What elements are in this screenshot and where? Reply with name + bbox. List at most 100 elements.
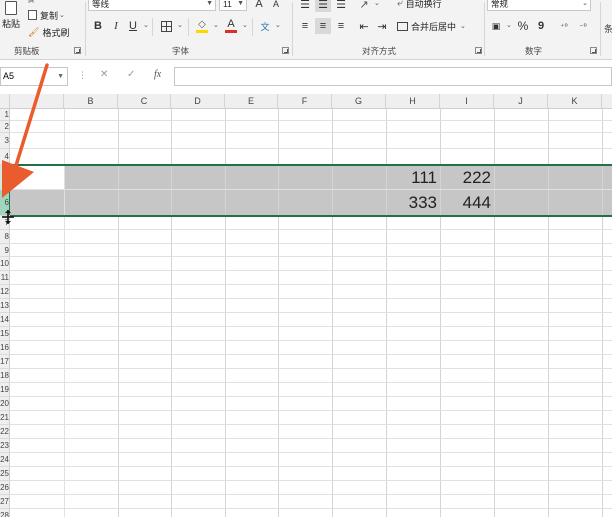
row-header-20[interactable]: 20: [0, 397, 10, 411]
decrease-decimal-icon: ⁻⁰: [579, 21, 587, 31]
decrease-decimal-button[interactable]: ⁻⁰: [575, 18, 591, 34]
row-header-9[interactable]: 9: [0, 244, 10, 257]
insert-function-icon[interactable]: fx: [154, 69, 161, 80]
cell-h5[interactable]: 333: [386, 190, 437, 215]
font-color-button[interactable]: A: [223, 18, 239, 34]
select-all-corner[interactable]: [0, 94, 10, 109]
cell-area[interactable]: 111 222 333 444: [10, 109, 612, 517]
border-button[interactable]: [158, 18, 174, 34]
align-left-button[interactable]: ≡: [297, 18, 313, 34]
column-header-d[interactable]: D: [171, 94, 225, 109]
underline-dropdown-icon[interactable]: ⌄: [143, 21, 149, 29]
column-header-l-partial[interactable]: [602, 94, 612, 109]
increase-indent-button[interactable]: ⇥: [374, 18, 390, 34]
row-header-26[interactable]: 26: [0, 481, 10, 495]
orientation-button[interactable]: ↗: [356, 0, 372, 12]
row-header-3[interactable]: 3: [0, 133, 10, 149]
name-box[interactable]: A5 ▼: [0, 67, 68, 86]
row-header-21[interactable]: 21: [0, 411, 10, 425]
phonetic-dropdown-icon[interactable]: ⌄: [275, 21, 281, 29]
row-header-17[interactable]: 17: [0, 355, 10, 369]
align-right-button[interactable]: ≡: [333, 18, 349, 34]
column-header-g[interactable]: G: [332, 94, 386, 109]
row-header-18[interactable]: 18: [0, 369, 10, 383]
row-header-14[interactable]: 14: [0, 313, 10, 327]
row-header-8[interactable]: 8: [0, 230, 10, 244]
row-header-11[interactable]: 11: [0, 271, 10, 285]
accounting-format-button[interactable]: ▣: [488, 18, 504, 34]
column-header-j[interactable]: J: [494, 94, 548, 109]
align-center-button[interactable]: ≡: [315, 18, 331, 34]
number-launcher-icon[interactable]: [590, 47, 597, 54]
alignment-launcher-icon[interactable]: [475, 47, 482, 54]
font-size-dropdown[interactable]: 11 ▼: [219, 0, 247, 11]
align-middle-button[interactable]: ☰: [315, 0, 331, 12]
column-header-b[interactable]: B: [64, 94, 118, 109]
align-bottom-button[interactable]: ☰: [333, 0, 349, 12]
row-header-25[interactable]: 25: [0, 467, 10, 481]
decrease-indent-button[interactable]: ⇤: [356, 18, 372, 34]
cell-h4[interactable]: 111: [386, 165, 437, 190]
paste-label: 粘贴: [1, 19, 20, 29]
row-header-12[interactable]: 12: [0, 285, 10, 299]
row-header-16[interactable]: 16: [0, 341, 10, 355]
grow-font-button[interactable]: A: [251, 0, 267, 12]
enter-icon[interactable]: ✓: [127, 69, 135, 80]
row-header-10[interactable]: 10: [0, 257, 10, 271]
row-header-4[interactable]: 4: [0, 149, 10, 165]
gridline-horizontal: [10, 189, 612, 190]
row-header-19[interactable]: 19: [0, 383, 10, 397]
row-header-23[interactable]: 23: [0, 439, 10, 453]
row-header-22[interactable]: 22: [0, 425, 10, 439]
italic-button[interactable]: I: [108, 18, 124, 34]
comma-icon: 9: [537, 20, 545, 32]
row-header-13[interactable]: 13: [0, 299, 10, 313]
merge-center-button[interactable]: 合并后居中 ⌄: [397, 19, 466, 33]
active-cell-a4[interactable]: [10, 165, 64, 190]
shrink-font-button[interactable]: A: [268, 0, 284, 12]
number-format-dropdown[interactable]: 常规 ⌄: [487, 0, 591, 11]
accounting-dropdown-icon[interactable]: ⌄: [506, 21, 512, 29]
copy-button[interactable]: 复制 ⌄: [28, 8, 65, 22]
percent-button[interactable]: %: [515, 18, 531, 34]
underline-button[interactable]: U: [125, 18, 141, 34]
paste-button[interactable]: 粘贴: [0, 0, 22, 42]
underline-icon: U: [129, 20, 137, 32]
cut-button[interactable]: ✂: [28, 0, 35, 6]
row-header-2[interactable]: 2: [0, 121, 10, 133]
font-name-dropdown[interactable]: 等线 ▼: [88, 0, 216, 11]
row-header-15[interactable]: 15: [0, 327, 10, 341]
increase-decimal-button[interactable]: ⁺⁰: [556, 18, 572, 34]
format-painter-button[interactable]: 🖌 格式刷: [28, 25, 69, 39]
row-header-24[interactable]: 24: [0, 453, 10, 467]
column-header-e[interactable]: E: [225, 94, 278, 109]
row-header-1[interactable]: 1: [0, 109, 10, 121]
border-dropdown-icon[interactable]: ⌄: [177, 21, 183, 29]
wrap-text-button[interactable]: ⤶ 自动换行: [397, 0, 442, 10]
phonetic-button[interactable]: 文: [257, 18, 273, 34]
row-header-5[interactable]: 5: [0, 165, 10, 190]
cancel-icon[interactable]: ✕: [100, 69, 108, 80]
column-header-c[interactable]: C: [118, 94, 171, 109]
formula-input[interactable]: [174, 67, 612, 86]
conditional-format-partial-icon[interactable]: 条: [604, 22, 612, 35]
column-header-i[interactable]: I: [440, 94, 494, 109]
worksheet-grid[interactable]: B C D E F G H I J K 12345678910111213141…: [0, 94, 612, 517]
fill-color-button[interactable]: ◇: [194, 18, 210, 34]
row-header-28[interactable]: 28: [0, 509, 10, 517]
cell-i4[interactable]: 222: [440, 165, 491, 190]
comma-style-button[interactable]: 9: [533, 18, 549, 34]
cell-i5[interactable]: 444: [440, 190, 491, 215]
align-top-button[interactable]: ☰: [297, 0, 313, 12]
bold-button[interactable]: B: [90, 18, 106, 34]
clipboard-launcher-icon[interactable]: [74, 47, 81, 54]
font-color-dropdown-icon[interactable]: ⌄: [242, 21, 248, 29]
fill-dropdown-icon[interactable]: ⌄: [213, 21, 219, 29]
font-launcher-icon[interactable]: [282, 47, 289, 54]
column-header-f[interactable]: F: [278, 94, 332, 109]
orientation-dropdown-icon[interactable]: ⌄: [374, 0, 380, 7]
row-header-27[interactable]: 27: [0, 495, 10, 509]
column-header-k[interactable]: K: [548, 94, 602, 109]
column-header-a[interactable]: [10, 94, 64, 109]
column-header-h[interactable]: H: [386, 94, 440, 109]
